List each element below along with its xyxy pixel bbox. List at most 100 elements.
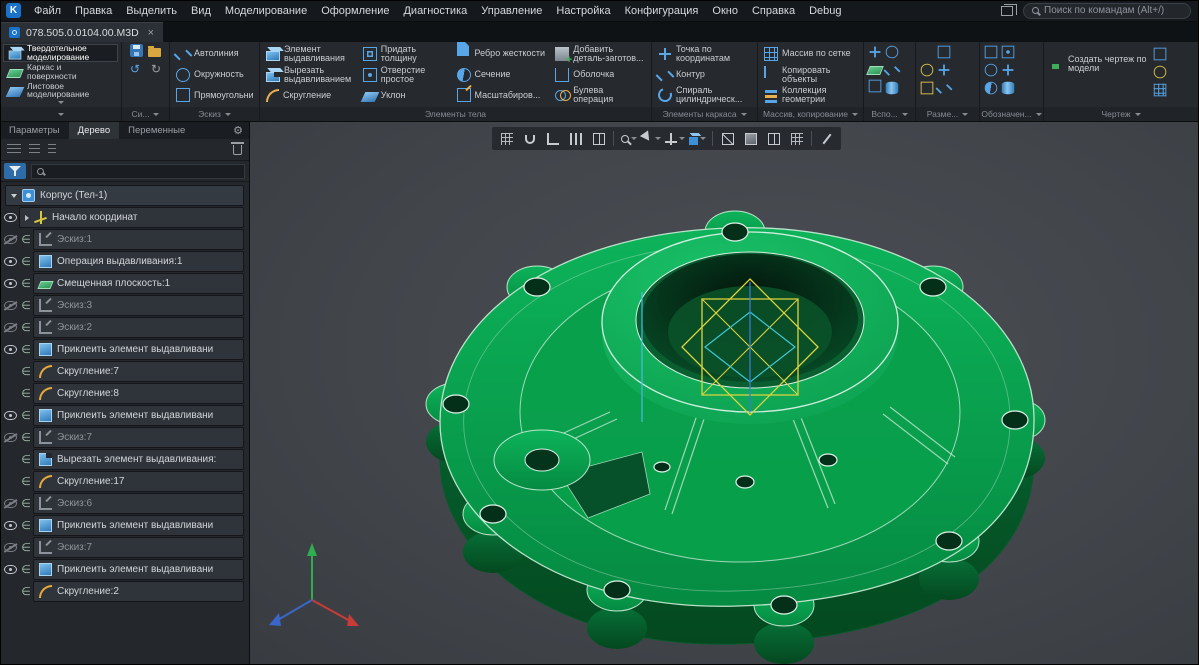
visibility-toggle[interactable] (2, 235, 19, 244)
menu-view[interactable]: Вид (184, 0, 218, 22)
visibility-toggle[interactable] (2, 323, 19, 332)
view-icon[interactable] (1154, 48, 1167, 61)
guides-snap-button[interactable] (565, 129, 586, 148)
tree-item-sketch[interactable]: ∈ Эскиз:6 (2, 493, 247, 514)
radial-dimension-icon[interactable] (938, 46, 951, 59)
spline-axis-icon[interactable] (886, 64, 899, 77)
tree-filter-field[interactable] (31, 164, 245, 179)
window-restore-icon[interactable] (1001, 6, 1013, 16)
chain-dimension-icon[interactable] (938, 82, 951, 95)
btn-contour[interactable]: Контур (655, 65, 754, 85)
btn-create-drawing[interactable]: Создать чертеж по модели (1047, 44, 1151, 84)
btn-add-part-blank[interactable]: Добавить деталь-заготов... (552, 44, 648, 64)
orientation-button[interactable] (687, 129, 708, 148)
visibility-toggle[interactable] (2, 521, 19, 530)
save-icon[interactable] (130, 44, 143, 57)
btn-thicken[interactable]: Придать толщину (360, 44, 452, 64)
tree-item-extrude[interactable]: ∈ Операция выдавливания:1 (2, 251, 247, 272)
tree-item-sketch[interactable]: ∈ Эскиз:3 (2, 295, 247, 316)
menu-diagnostics[interactable]: Диагностика (396, 0, 474, 22)
tree-item-fillet[interactable]: ∈ Скругление:2 (2, 581, 247, 602)
filter-icon[interactable] (4, 163, 26, 179)
menu-edit[interactable]: Правка (68, 0, 119, 22)
shaded-display-button[interactable] (740, 129, 761, 148)
btn-autoline[interactable]: Автолиния (173, 44, 256, 64)
tab-variables[interactable]: Переменные (119, 122, 194, 139)
menu-configuration[interactable]: Конфигурация (618, 0, 706, 22)
section-view-button[interactable] (786, 129, 807, 148)
group-label-dimensions[interactable]: Разме... (916, 107, 979, 121)
tree-item-fillet[interactable]: ∈ Скругление:7 (2, 361, 247, 382)
command-search-input[interactable] (1044, 5, 1174, 16)
tree-item-origin[interactable]: Начало координат (2, 207, 247, 228)
btn-point-by-coords[interactable]: Точка по координатам (655, 44, 754, 64)
local-cs-icon[interactable] (869, 80, 882, 93)
linear-dimension-icon[interactable] (921, 46, 934, 59)
btn-shell[interactable]: Оболочка (552, 65, 648, 85)
visibility-toggle[interactable] (2, 499, 19, 508)
mode-solid-modeling[interactable]: Твердотельное моделирование (3, 44, 118, 62)
wireframe-display-button[interactable] (717, 129, 738, 148)
angle-snap-button[interactable] (542, 129, 563, 148)
chevron-down-icon[interactable] (58, 101, 64, 104)
visibility-toggle[interactable] (2, 565, 19, 574)
tolerance-icon[interactable] (1002, 82, 1015, 95)
group-label-sketch[interactable]: Эскиз (170, 107, 259, 121)
model-3d[interactable] (250, 122, 1199, 665)
chevron-down-icon[interactable] (11, 194, 17, 198)
tree-item-offset-plane[interactable]: ∈ Смещенная плоскость:1 (2, 273, 247, 294)
visibility-toggle[interactable] (2, 345, 19, 354)
tree-item-sketch[interactable]: ∈ Эскиз:1 (2, 229, 247, 250)
menu-management[interactable]: Управление (474, 0, 549, 22)
menu-help[interactable]: Справка (745, 0, 802, 22)
group-label-notations[interactable]: Обозначен... (980, 107, 1043, 121)
visibility-toggle[interactable] (2, 411, 19, 420)
menu-settings[interactable]: Настройка (549, 0, 617, 22)
trash-icon[interactable] (233, 145, 242, 155)
btn-grid-array[interactable]: Массив по сетке (761, 44, 860, 64)
tree-item-boss-extrude[interactable]: ∈ Приклеить элемент выдавливани (2, 339, 247, 360)
visibility-toggle[interactable] (2, 433, 19, 442)
tree-relations-icon[interactable] (48, 144, 56, 155)
open-folder-icon[interactable] (148, 48, 161, 57)
axis-line-icon[interactable] (886, 82, 899, 95)
ortho-mode-button[interactable] (588, 129, 609, 148)
group-label-array[interactable]: Массив, копирование (758, 107, 863, 121)
btn-fillet[interactable]: Скругление (263, 85, 358, 105)
section-notation-icon[interactable] (985, 82, 998, 95)
btn-rectangle[interactable]: Прямоугольник (173, 85, 256, 105)
sketch-edit-button[interactable] (816, 129, 837, 148)
snap-settings-button[interactable] (519, 129, 540, 148)
tab-tree[interactable]: Дерево (69, 122, 120, 139)
btn-cut-extrude[interactable]: Вырезать выдавливанием (263, 65, 358, 85)
group-label-auxiliary[interactable]: Вспо... (864, 107, 915, 121)
mode-sheet-metal[interactable]: Листовое моделирование (3, 82, 118, 100)
menu-debug[interactable]: Debug (802, 0, 848, 22)
tree-item-fillet[interactable]: ∈ Скругление:8 (2, 383, 247, 404)
roughness-icon[interactable] (1002, 46, 1015, 59)
construction-axis-icon[interactable] (869, 46, 882, 59)
btn-boolean[interactable]: Булева операция (552, 85, 648, 105)
tree-sequence-view-icon[interactable] (29, 144, 40, 155)
app-logo[interactable]: K (6, 3, 21, 18)
detail-view-icon[interactable] (1154, 66, 1167, 79)
undo-icon[interactable]: ↺ (126, 60, 144, 78)
menu-file[interactable]: Файл (27, 0, 68, 22)
visibility-toggle[interactable] (2, 279, 19, 288)
group-label-body[interactable]: Элементы тела (260, 107, 651, 121)
btn-draft[interactable]: Уклон (360, 85, 452, 105)
sheet-icon[interactable] (1154, 84, 1167, 97)
tree-structure-view-icon[interactable] (7, 144, 21, 155)
group-label-modes[interactable] (0, 107, 121, 121)
menu-window[interactable]: Окно (705, 0, 745, 22)
viewport-3d[interactable] (250, 122, 1199, 665)
construction-plane-icon[interactable] (866, 66, 884, 75)
tree-item-sketch[interactable]: ∈ Эскиз:2 (2, 317, 247, 338)
panel-gear-icon[interactable]: ⚙ (227, 122, 249, 139)
tree-filter-input[interactable] (49, 166, 239, 177)
tree-item-cut-extrude[interactable]: ∈ Вырезать элемент выдавливания: (2, 449, 247, 470)
btn-cylindrical-spiral[interactable]: Спираль цилиндрическ... (655, 85, 754, 105)
group-label-system[interactable]: Си... (122, 107, 169, 121)
menu-modeling[interactable]: Моделирование (218, 0, 314, 22)
diameter-dimension-icon[interactable] (921, 64, 934, 77)
